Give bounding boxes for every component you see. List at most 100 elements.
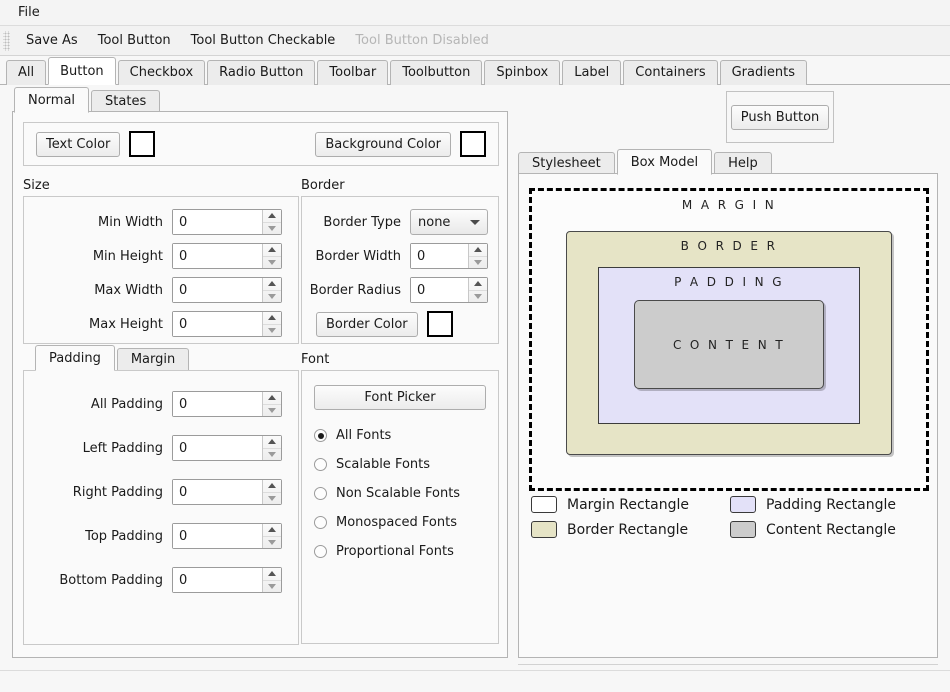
spinbox-steppers[interactable] (262, 278, 281, 302)
spinbox-value[interactable]: 0 (173, 210, 262, 234)
spinbox-value[interactable]: 0 (173, 436, 262, 460)
border-color-swatch[interactable] (426, 311, 453, 337)
radio-icon[interactable] (314, 545, 327, 558)
spinbox-up-icon[interactable] (469, 244, 487, 257)
push-button-preview[interactable]: Push Button (730, 104, 830, 130)
text-color-swatch[interactable] (129, 131, 156, 157)
min-height-spinbox[interactable]: 0 (172, 243, 282, 269)
max-height-spinbox[interactable]: 0 (172, 311, 282, 337)
spinbox-value[interactable]: 0 (173, 244, 262, 268)
tab-checkbox[interactable]: Checkbox (117, 60, 206, 85)
background-color-button[interactable]: Background Color (315, 131, 451, 157)
spinbox-down-icon[interactable] (263, 257, 281, 269)
spinbox-steppers[interactable] (262, 524, 281, 548)
border-group-title: Border (301, 178, 345, 193)
spinbox-steppers[interactable] (262, 312, 281, 336)
legend-item-padding: Padding Rectangle (730, 496, 929, 513)
spinbox-up-icon[interactable] (263, 568, 281, 581)
spinbox-down-icon[interactable] (469, 257, 487, 269)
spinbox-down-icon[interactable] (469, 291, 487, 303)
tab-box-model[interactable]: Box Model (616, 149, 713, 175)
spinbox-up-icon[interactable] (263, 278, 281, 291)
border-type-dropdown[interactable]: none (410, 209, 488, 235)
tab-button[interactable]: Button (48, 57, 116, 85)
tab-radio-button[interactable]: Radio Button (207, 60, 316, 85)
spinbox-steppers[interactable] (262, 244, 281, 268)
spinbox-steppers[interactable] (262, 210, 281, 234)
spinbox-down-icon[interactable] (263, 537, 281, 549)
border-width-spinbox[interactable]: 0 (410, 243, 488, 269)
spinbox-steppers[interactable] (468, 278, 487, 302)
spinbox-up-icon[interactable] (263, 436, 281, 449)
border-color-button[interactable]: Border Color (316, 311, 418, 337)
spinbox-steppers[interactable] (262, 480, 281, 504)
spinbox-value[interactable]: 0 (173, 392, 262, 416)
text-color-button[interactable]: Text Color (36, 131, 121, 157)
toolbar-button-tool-button-checkable[interactable]: Tool Button Checkable (181, 29, 346, 52)
spinbox-down-icon[interactable] (263, 325, 281, 337)
tab-toolbutton[interactable]: Toolbutton (390, 60, 483, 85)
radio-monospaced-fonts[interactable]: Monospaced Fonts (314, 515, 486, 530)
radio-icon[interactable] (314, 458, 327, 471)
border-radius-spinbox[interactable]: 0 (410, 277, 488, 303)
radio-proportional-fonts[interactable]: Proportional Fonts (314, 544, 486, 559)
spinbox-steppers[interactable] (262, 392, 281, 416)
tab-toolbar[interactable]: Toolbar (317, 60, 389, 85)
spinbox-value[interactable]: 0 (173, 312, 262, 336)
right-padding-spinbox[interactable]: 0 (172, 479, 282, 505)
spinbox-up-icon[interactable] (263, 480, 281, 493)
left-padding-spinbox[interactable]: 0 (172, 435, 282, 461)
toolbar-drag-handle[interactable] (3, 30, 10, 51)
tab-states[interactable]: States (91, 90, 161, 113)
tab-margin[interactable]: Margin (116, 348, 190, 371)
tab-stylesheet[interactable]: Stylesheet (518, 152, 615, 175)
max-width-spinbox[interactable]: 0 (172, 277, 282, 303)
spinbox-down-icon[interactable] (263, 449, 281, 461)
menu-item-file[interactable]: File (10, 3, 48, 22)
field-label: Max Height (89, 316, 163, 332)
radio-icon[interactable] (314, 429, 327, 442)
spinbox-down-icon[interactable] (263, 291, 281, 303)
all-padding-spinbox[interactable]: 0 (172, 391, 282, 417)
spinbox-value[interactable]: 0 (411, 278, 468, 302)
spinbox-up-icon[interactable] (263, 210, 281, 223)
bottom-padding-spinbox[interactable]: 0 (172, 567, 282, 593)
spinbox-value[interactable]: 0 (173, 480, 262, 504)
tab-label[interactable]: Label (562, 60, 622, 85)
tab-containers[interactable]: Containers (623, 60, 718, 85)
spinbox-steppers[interactable] (468, 244, 487, 268)
spinbox-up-icon[interactable] (263, 392, 281, 405)
spinbox-steppers[interactable] (262, 436, 281, 460)
background-color-swatch[interactable] (460, 131, 486, 157)
spinbox-value[interactable]: 0 (173, 524, 262, 548)
spinbox-value[interactable]: 0 (173, 568, 262, 592)
spinbox-down-icon[interactable] (263, 223, 281, 235)
tab-normal[interactable]: Normal (14, 87, 90, 113)
tab-spinbox[interactable]: Spinbox (484, 60, 561, 85)
spinbox-up-icon[interactable] (263, 524, 281, 537)
font-picker-button[interactable]: Font Picker (314, 385, 486, 410)
spinbox-down-icon[interactable] (263, 493, 281, 505)
radio-all-fonts[interactable]: All Fonts (314, 428, 486, 443)
spinbox-down-icon[interactable] (263, 405, 281, 417)
radio-icon[interactable] (314, 487, 327, 500)
radio-icon[interactable] (314, 516, 327, 529)
radio-scalable-fonts[interactable]: Scalable Fonts (314, 457, 486, 472)
spinbox-value[interactable]: 0 (173, 278, 262, 302)
spinbox-down-icon[interactable] (263, 581, 281, 593)
font-group-body: Font Picker All Fonts Scalable Fonts Non… (301, 370, 499, 644)
spinbox-up-icon[interactable] (469, 278, 487, 291)
spinbox-steppers[interactable] (262, 568, 281, 592)
tab-gradients[interactable]: Gradients (719, 60, 807, 85)
tab-help[interactable]: Help (714, 152, 772, 175)
spinbox-value[interactable]: 0 (411, 244, 468, 268)
radio-non-scalable-fonts[interactable]: Non Scalable Fonts (314, 486, 486, 501)
toolbar-button-save-as[interactable]: Save As (16, 29, 88, 52)
toolbar-button-tool-button[interactable]: Tool Button (88, 29, 181, 52)
spinbox-up-icon[interactable] (263, 312, 281, 325)
top-padding-spinbox[interactable]: 0 (172, 523, 282, 549)
tab-padding[interactable]: Padding (35, 345, 115, 371)
spinbox-up-icon[interactable] (263, 244, 281, 257)
min-width-spinbox[interactable]: 0 (172, 209, 282, 235)
tab-all[interactable]: All (6, 60, 47, 85)
